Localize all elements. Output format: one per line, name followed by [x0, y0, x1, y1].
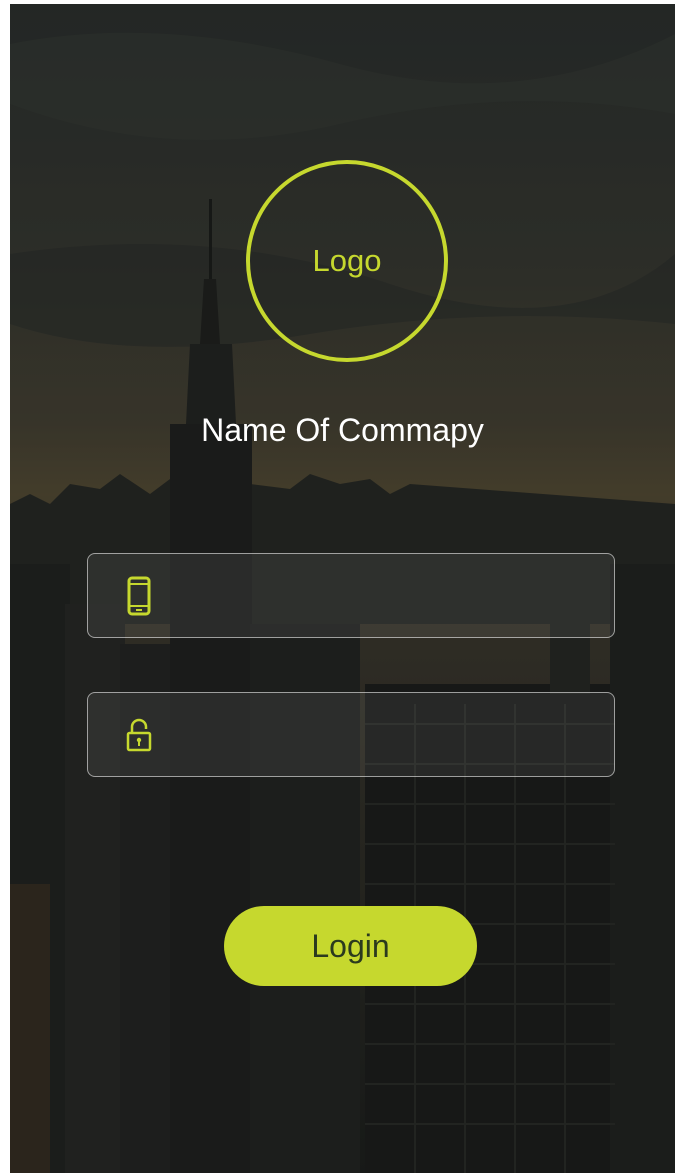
logo-text: Logo — [312, 243, 382, 278]
login-button[interactable]: Login — [224, 906, 477, 986]
company-name: Name Of Commapy — [201, 412, 484, 448]
password-field[interactable] — [87, 692, 615, 777]
phone-input[interactable] — [172, 553, 600, 638]
lock-icon — [124, 713, 154, 757]
login-screen: Logo Name Of Commapy Login — [10, 4, 675, 1173]
logo-circle: Logo — [246, 160, 448, 362]
phone-icon — [124, 574, 154, 618]
password-input[interactable] — [172, 692, 600, 777]
phone-field[interactable] — [87, 553, 615, 638]
